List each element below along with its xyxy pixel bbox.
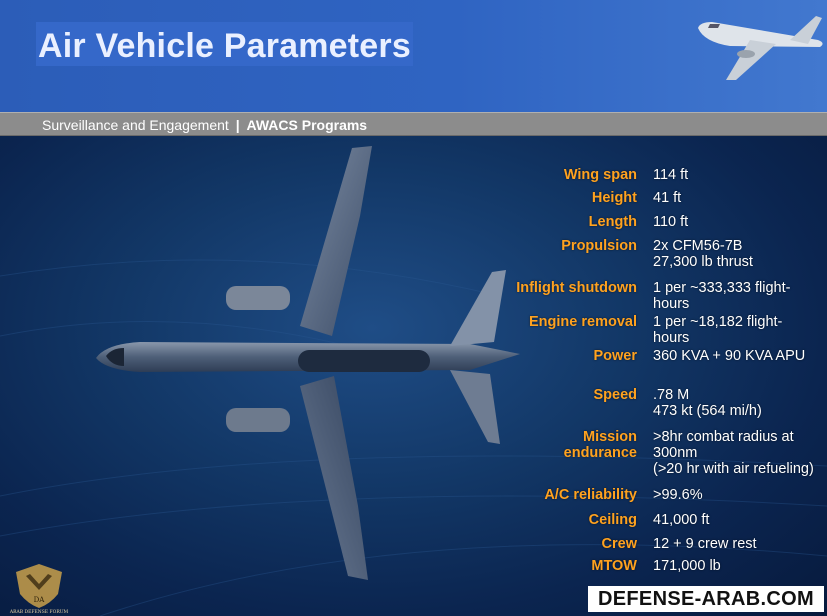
- param-label: Length: [588, 214, 637, 230]
- param-label: A/C reliability: [544, 487, 637, 503]
- logo-name: ARAB DEFENSE FORUM: [9, 609, 69, 615]
- logo-initials: DA: [34, 596, 46, 604]
- param-value: 114 ft: [653, 167, 689, 183]
- slide: Air Vehicle Parameters Surveillance and …: [0, 0, 827, 616]
- param-value: 1 per ~18,182 flight-hours: [653, 314, 783, 346]
- eagle-shield-icon: DA ARAB DEFENSE FORUM: [9, 564, 69, 615]
- param-value: 110 ft: [653, 214, 689, 230]
- param-value: 171,000 lb: [653, 558, 721, 574]
- param-value: 41,000 ft: [653, 512, 710, 528]
- param-label: Propulsion: [561, 238, 637, 254]
- param-value: >8hr combat radius at 300nm (>20 hr with a…: [653, 429, 814, 477]
- watermark: DEFENSE-ARAB.COM: [588, 586, 824, 612]
- param-value: 360 KVA + 90 KVA APU: [653, 348, 806, 364]
- param-value: .78 M 473 kt (564 mi/h): [653, 387, 762, 419]
- param-label: Height: [591, 190, 637, 206]
- param-label: Inflight shutdown: [516, 280, 637, 296]
- param-value: >99.6%: [653, 487, 703, 503]
- param-label: Engine removal: [529, 314, 637, 330]
- param-value: 12 + 9 crew rest: [653, 536, 757, 552]
- param-label: MTOW: [591, 558, 637, 574]
- param-label: Ceiling: [588, 512, 637, 528]
- param-label: Crew: [601, 536, 637, 552]
- param-label: Speed: [593, 387, 637, 403]
- param-label: Mission endurance: [563, 429, 637, 461]
- param-label: Wing span: [563, 167, 637, 183]
- parameters-list: Wing span 114 ft Height 41 ft Length 110…: [0, 0, 827, 616]
- param-value: 1 per ~333,333 flight-hours: [653, 280, 791, 312]
- param-label: Power: [593, 348, 637, 364]
- param-value: 2x CFM56-7B 27,300 lb thrust: [653, 238, 753, 270]
- param-value: 41 ft: [653, 190, 682, 206]
